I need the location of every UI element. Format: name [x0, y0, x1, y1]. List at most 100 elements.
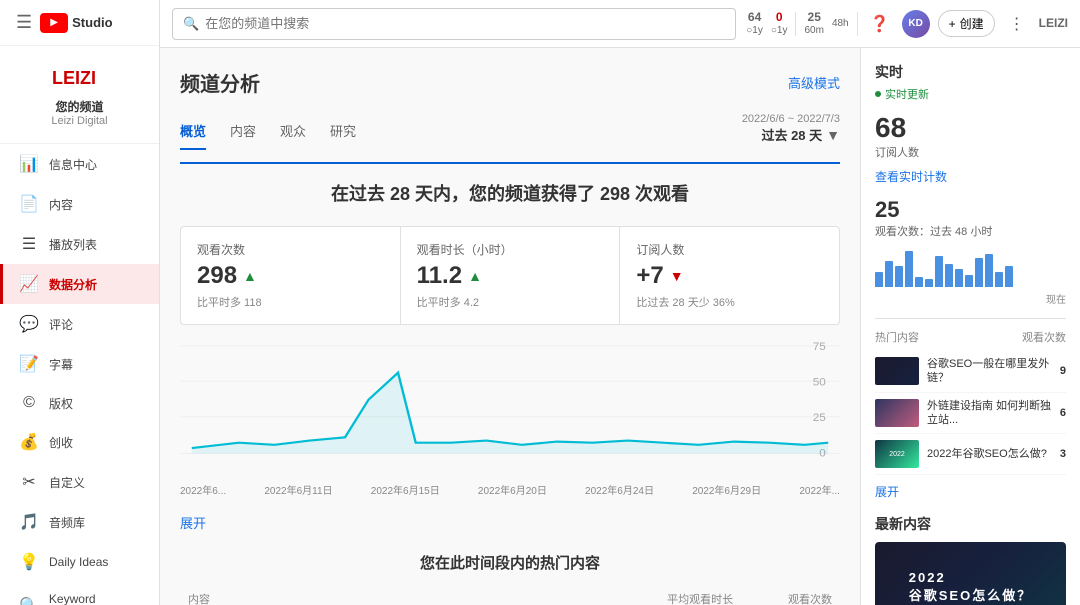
tabs: 概览 内容 观众 研究	[180, 113, 356, 150]
help-icon[interactable]: ❓	[866, 10, 894, 38]
sidebar-item-label: 数据分析	[49, 276, 97, 293]
date-range-label: 过去 28 天	[761, 125, 822, 144]
date-range-dates: 2022/6/6 ~ 2022/7/3	[742, 113, 840, 125]
hamburger-icon[interactable]: ☰	[16, 12, 32, 33]
subscriber-label: 订阅人数	[875, 144, 1066, 160]
tab-audience[interactable]: 观众	[280, 113, 306, 150]
sidebar-item-label: Daily Ideas	[49, 555, 108, 569]
mini-bar	[1005, 266, 1013, 287]
sidebar-item-inspector[interactable]: 🔍 Keyword Inspector	[0, 582, 159, 605]
sidebar-item-label: 创收	[49, 434, 73, 451]
stat-label: 48h	[832, 18, 849, 30]
mini-bar	[965, 275, 973, 287]
sidebar-item-analytics[interactable]: 📈 数据分析	[0, 264, 159, 304]
stat-subs-compare: 比过去 28 天少 36%	[636, 294, 823, 310]
main-panel: 频道分析 高级模式 概览 内容 观众 研究 2022/6/6 ~ 2022/7/…	[160, 48, 860, 605]
sidebar-item-label: 字幕	[49, 356, 73, 373]
ideas-icon: 💡	[19, 552, 39, 572]
sidebar-item-subtitles[interactable]: 📝 字幕	[0, 344, 159, 384]
topbar: 🔍 64 ○1y 0 ○1y 25 60m 48h ❓ KD	[160, 0, 1080, 48]
mini-bar	[885, 261, 893, 287]
sidebar-item-copyright[interactable]: © 版权	[0, 384, 159, 422]
latest-thumb-text: 2022谷歌SEO怎么做？	[909, 570, 1032, 604]
col-views: 观看次数	[741, 585, 840, 605]
mini-bar	[915, 277, 923, 287]
mini-bar	[925, 279, 933, 287]
views-48h-label: 观看次数：过去 48 小时	[875, 223, 1066, 239]
sidebar-item-content[interactable]: 📄 内容	[0, 184, 159, 224]
sidebar-item-monetization[interactable]: 💰 创收	[0, 422, 159, 462]
dashboard-icon: 📊	[19, 154, 39, 174]
stat-up-icon: ▲	[243, 268, 257, 284]
hot-item-thumb-2	[875, 399, 919, 427]
avatar[interactable]: KD	[902, 10, 930, 38]
search-input[interactable]	[205, 16, 725, 31]
stat-label: ○1y	[746, 25, 763, 37]
stat-watchtime-value: 11.2 ▲	[417, 262, 604, 290]
mini-bar	[905, 251, 913, 287]
sidebar-item-playlists[interactable]: ☰ 播放列表	[0, 224, 159, 264]
chart-label: 2022年...	[799, 482, 840, 497]
channel-info: LEIZI 您的频道 Leizi Digital	[0, 46, 159, 144]
view-realtime-link[interactable]: 查看实时计数	[875, 168, 1066, 185]
mini-bar	[955, 269, 963, 288]
stat-card-subscribers: 订阅人数 +7 ▼ 比过去 28 天少 36%	[620, 227, 839, 324]
analytics-icon: 📈	[19, 274, 39, 294]
chart-x-labels: 2022年6... 2022年6月11日 2022年6月15日 2022年6月2…	[180, 482, 840, 497]
content-icon: 📄	[19, 194, 39, 214]
monetization-icon: 💰	[19, 432, 39, 452]
hot-item-1: 谷歌SEO一般在哪里发外链？ 9	[875, 351, 1066, 393]
login-text: LEIZI	[1039, 16, 1068, 30]
hot-item-title-1: 谷歌SEO一般在哪里发外链？	[927, 357, 1052, 386]
chevron-down-icon: ▼	[826, 127, 840, 143]
sidebar-item-ideas[interactable]: 💡 Daily Ideas	[0, 542, 159, 582]
stat-48h: 48h	[832, 18, 849, 30]
sidebar-item-comments[interactable]: 💬 评论	[0, 304, 159, 344]
tab-content[interactable]: 内容	[230, 113, 256, 150]
stat-views-label: 观看次数	[197, 241, 384, 258]
page-header: 频道分析 高级模式	[180, 68, 840, 97]
stat-0: 0 ○1y	[771, 10, 788, 36]
hot-content-title: 您在此时间段内的热门内容	[180, 552, 840, 573]
sidebar-item-customize[interactable]: ✂ 自定义	[0, 462, 159, 502]
tab-research[interactable]: 研究	[330, 113, 356, 150]
stat-num: 64	[748, 10, 761, 24]
subscriber-count: 68	[875, 112, 1066, 144]
sidebar-item-audio[interactable]: 🎵 音频库	[0, 502, 159, 542]
hot-expand-button[interactable]: 展开	[875, 483, 1066, 500]
views-count-label: 观看次数	[1022, 329, 1066, 345]
stat-subs-value: +7 ▼	[636, 262, 823, 290]
stats-cards: 观看次数 298 ▲ 比平时多 118 观看时长（小时） 11.2 ▲ 比平时多…	[180, 226, 840, 325]
mini-bar	[935, 256, 943, 287]
mini-bar	[875, 272, 883, 287]
col-duration: 平均观看时长	[602, 585, 742, 605]
chart-label: 2022年6月20日	[478, 482, 547, 497]
stat-num: 25	[808, 10, 821, 24]
stat-64: 64 ○1y	[746, 10, 763, 36]
mini-bar	[975, 258, 983, 287]
create-button[interactable]: + 创建	[938, 10, 995, 37]
live-label: 实时更新	[885, 86, 929, 102]
chart-svg: 75 50 25 0	[180, 335, 840, 475]
topbar-right: 64 ○1y 0 ○1y 25 60m 48h ❓ KD + 创建	[746, 10, 1068, 38]
comments-icon: 💬	[19, 314, 39, 334]
chart-label: 2022年6...	[180, 482, 226, 497]
live-dot	[875, 91, 881, 97]
inspector-icon: 🔍	[19, 596, 39, 605]
advanced-mode-link[interactable]: 高级模式	[788, 73, 840, 92]
realtime-sub: 实时更新	[875, 86, 1066, 102]
date-range-select[interactable]: 过去 28 天 ▼	[761, 125, 840, 144]
now-label: 现在	[875, 291, 1066, 306]
stat-label: 60m	[804, 25, 823, 37]
mini-bar	[895, 266, 903, 287]
content-table: 内容 平均观看时长 观看次数 1 SEO 谷歌SEO一般在哪里发外链？	[180, 585, 840, 605]
sidebar-item-dashboard[interactable]: 📊 信息中心	[0, 144, 159, 184]
chart-expand-button[interactable]: 展开	[180, 513, 206, 532]
stat-watchtime-compare: 比平时多 4.2	[417, 294, 604, 310]
channel-logo: LEIZI	[50, 62, 110, 92]
tab-overview[interactable]: 概览	[180, 113, 206, 150]
menu-icon[interactable]: ⋮	[1003, 10, 1031, 38]
youtube-icon	[40, 13, 68, 33]
realtime-header: 实时	[875, 62, 1066, 82]
search-box[interactable]: 🔍	[172, 8, 736, 40]
